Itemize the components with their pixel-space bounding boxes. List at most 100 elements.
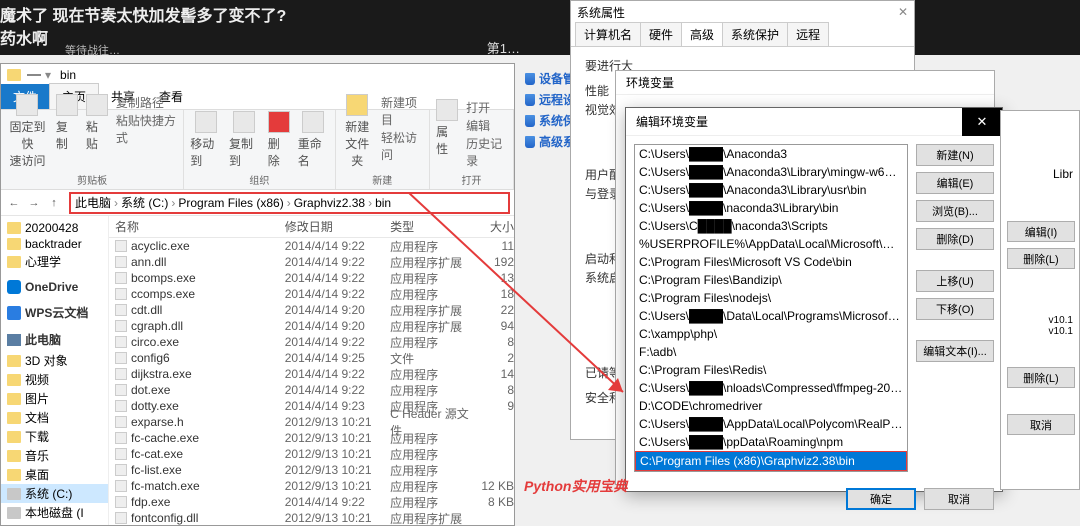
sidebar-item[interactable]: 视频	[1, 370, 108, 389]
tab-computername[interactable]: 计算机名	[575, 22, 641, 46]
cancel-button[interactable]: 取消	[1007, 414, 1075, 435]
sidebar-drive-c[interactable]: 系统 (C:)	[1, 484, 108, 503]
moveto-button[interactable]: 移动到	[190, 111, 221, 169]
tab-protection[interactable]: 系统保护	[722, 22, 788, 46]
up-button[interactable]: ↑	[45, 194, 63, 212]
path-entry[interactable]: C:\Program Files (x86)\Graphviz2.38\bin	[635, 451, 907, 471]
sidebar-item[interactable]: 图片	[1, 389, 108, 408]
new-folder-button[interactable]: 新建 文件夹	[342, 94, 374, 169]
path-entry[interactable]: C:\Users\████\AppData\Local\Polycom\Real…	[635, 415, 907, 433]
sidebar-wps[interactable]: WPS云文档	[1, 301, 108, 324]
copyto-button[interactable]: 复制到	[229, 111, 260, 169]
path-entry[interactable]: C:\Program Files\Redis\	[635, 361, 907, 379]
tab-advanced[interactable]: 高级	[681, 22, 723, 46]
paste-shortcut-button[interactable]: 粘贴快捷方式	[116, 112, 177, 146]
forward-button[interactable]: →	[25, 194, 43, 212]
moveup-button[interactable]: 上移(U)	[916, 270, 994, 292]
remote-settings-link[interactable]: 远程设	[525, 89, 575, 110]
sidebar-onedrive[interactable]: OneDrive	[1, 277, 108, 297]
sidebar-thispc[interactable]: 此电脑	[1, 328, 108, 351]
file-row[interactable]: circo.exe2014/4/14 9:22应用程序8	[109, 334, 514, 350]
column-headers[interactable]: 名称 修改日期 类型 大小	[109, 216, 514, 238]
pin-quickaccess-button[interactable]: 固定到快 速访问	[7, 94, 48, 169]
sidebar-item[interactable]: 音乐	[1, 446, 108, 465]
delete-button[interactable]: 删除(L)	[1007, 248, 1075, 269]
file-row[interactable]: exparse.h2012/9/13 10:21C Header 源文件	[109, 414, 514, 430]
easy-access-button[interactable]: 轻松访问	[381, 129, 423, 163]
movedown-button[interactable]: 下移(O)	[916, 298, 994, 320]
breadcrumb[interactable]: 此电脑› 系统 (C:)› Program Files (x86)› Graph…	[69, 192, 510, 214]
file-row[interactable]: fc-match.exe2012/9/13 10:21应用程序12 KB	[109, 478, 514, 494]
paste-button[interactable]: 粘贴	[86, 94, 108, 169]
sidebar-item[interactable]: 20200428	[1, 220, 108, 236]
rename-button[interactable]: 重命名	[298, 111, 329, 169]
sidebar-item[interactable]: 心理学	[1, 252, 108, 271]
path-entry[interactable]: D:\CODE\chromedriver	[635, 397, 907, 415]
delete-button[interactable]: 删除	[268, 111, 290, 169]
tab-hardware[interactable]: 硬件	[640, 22, 682, 46]
file-row[interactable]: acyclic.exe2014/4/14 9:22应用程序11	[109, 238, 514, 254]
sidebar-item[interactable]: 3D 对象	[1, 351, 108, 370]
breadcrumb-item[interactable]: Graphviz2.38	[294, 196, 365, 210]
copy-button[interactable]: 复制	[56, 94, 78, 169]
path-entry[interactable]: C:\Program Files\Microsoft VS Code\bin	[635, 253, 907, 271]
properties-button[interactable]: 属性	[436, 99, 458, 169]
qat-down-icon[interactable]: ▾	[45, 68, 51, 82]
file-row[interactable]: fc-cat.exe2012/9/13 10:21应用程序	[109, 446, 514, 462]
advanced-system-link[interactable]: 高级系	[525, 131, 575, 152]
file-row[interactable]: dot.exe2014/4/14 9:22应用程序8	[109, 382, 514, 398]
file-row[interactable]: ccomps.exe2014/4/14 9:22应用程序18	[109, 286, 514, 302]
editvar-titlebar[interactable]: 编辑环境变量 ✕	[626, 108, 1002, 136]
path-entry[interactable]: C:\Users\C████\naconda3\Scripts	[635, 217, 907, 235]
path-entry[interactable]: C:\Program Files\nodejs\	[635, 289, 907, 307]
sidebar-item[interactable]: 下载	[1, 427, 108, 446]
copy-path-button[interactable]: 复制路径	[116, 94, 177, 111]
open-button[interactable]: 打开	[466, 99, 507, 116]
path-entry[interactable]: C:\xampp\php\	[635, 325, 907, 343]
back-button[interactable]: ←	[5, 194, 23, 212]
device-manager-link[interactable]: 设备管	[525, 68, 575, 89]
sidebar-item[interactable]: backtrader	[1, 236, 108, 252]
sysprops-titlebar[interactable]: 系统属性✕	[571, 1, 914, 23]
breadcrumb-item[interactable]: bin	[375, 196, 391, 210]
path-entry[interactable]: C:\Users\████\ppData\Roaming\npm	[635, 433, 907, 451]
edittext-button[interactable]: 编辑文本(I)...	[916, 340, 994, 362]
path-entry[interactable]: C:\Users\████\Anaconda3\Library\usr\bin	[635, 181, 907, 199]
file-row[interactable]: fc-cache.exe2012/9/13 10:21应用程序	[109, 430, 514, 446]
path-entry[interactable]: C:\Users\████\Data\Local\Programs\Micros…	[635, 307, 907, 325]
path-entry[interactable]: C:\Program Files\Bandizip\	[635, 271, 907, 289]
delete-button[interactable]: 删除(D)	[916, 228, 994, 250]
browse-button[interactable]: 浏览(B)...	[916, 200, 994, 222]
file-row[interactable]: fdp.exe2014/4/14 9:22应用程序8 KB	[109, 494, 514, 510]
breadcrumb-item[interactable]: Program Files (x86)	[178, 196, 283, 210]
path-entry[interactable]: %USERPROFILE%\AppData\Local\Microsoft\Wi…	[635, 235, 907, 253]
file-row[interactable]: config62014/4/14 9:25文件2	[109, 350, 514, 366]
path-listbox[interactable]: C:\Users\████\Anaconda3C:\Users\████\Ana…	[634, 144, 908, 472]
sidebar-item[interactable]: 文档	[1, 408, 108, 427]
envvar-titlebar[interactable]: 环境变量	[616, 71, 994, 95]
new-item-button[interactable]: 新建项目	[381, 94, 423, 128]
sidebar-drive[interactable]: 游戏 (E:)	[1, 522, 108, 525]
file-row[interactable]: bcomps.exe2014/4/14 9:22应用程序13	[109, 270, 514, 286]
close-icon[interactable]: ✕	[898, 5, 908, 19]
system-protection-link[interactable]: 系统保	[525, 110, 575, 131]
file-row[interactable]: cgraph.dll2014/4/14 9:20应用程序扩展94	[109, 318, 514, 334]
new-button[interactable]: 新建(N)	[916, 144, 994, 166]
file-row[interactable]: fc-list.exe2012/9/13 10:21应用程序	[109, 462, 514, 478]
sidebar-item[interactable]: 桌面	[1, 465, 108, 484]
edit-button[interactable]: 编辑	[466, 117, 507, 134]
ok-button[interactable]: 确定	[846, 488, 916, 510]
breadcrumb-item[interactable]: 此电脑	[75, 194, 111, 211]
close-button[interactable]: ✕	[962, 108, 1002, 136]
sidebar-drive[interactable]: 本地磁盘 (I	[1, 503, 108, 522]
file-row[interactable]: ann.dll2014/4/14 9:22应用程序扩展192	[109, 254, 514, 270]
path-entry[interactable]: C:\Users\████\Anaconda3\Library\mingw-w6…	[635, 163, 907, 181]
path-entry[interactable]: C:\Users\████\nloads\Compressed\ffmpeg-2…	[635, 379, 907, 397]
path-entry[interactable]: F:\adb\	[635, 343, 907, 361]
edit-button[interactable]: 编辑(I)	[1007, 221, 1075, 242]
history-button[interactable]: 历史记录	[466, 135, 507, 169]
edit-button[interactable]: 编辑(E)	[916, 172, 994, 194]
cancel-button[interactable]: 取消	[924, 488, 994, 510]
file-row[interactable]: fontconfig.dll2012/9/13 10:21应用程序扩展	[109, 510, 514, 525]
breadcrumb-item[interactable]: 系统 (C:)	[121, 194, 168, 211]
